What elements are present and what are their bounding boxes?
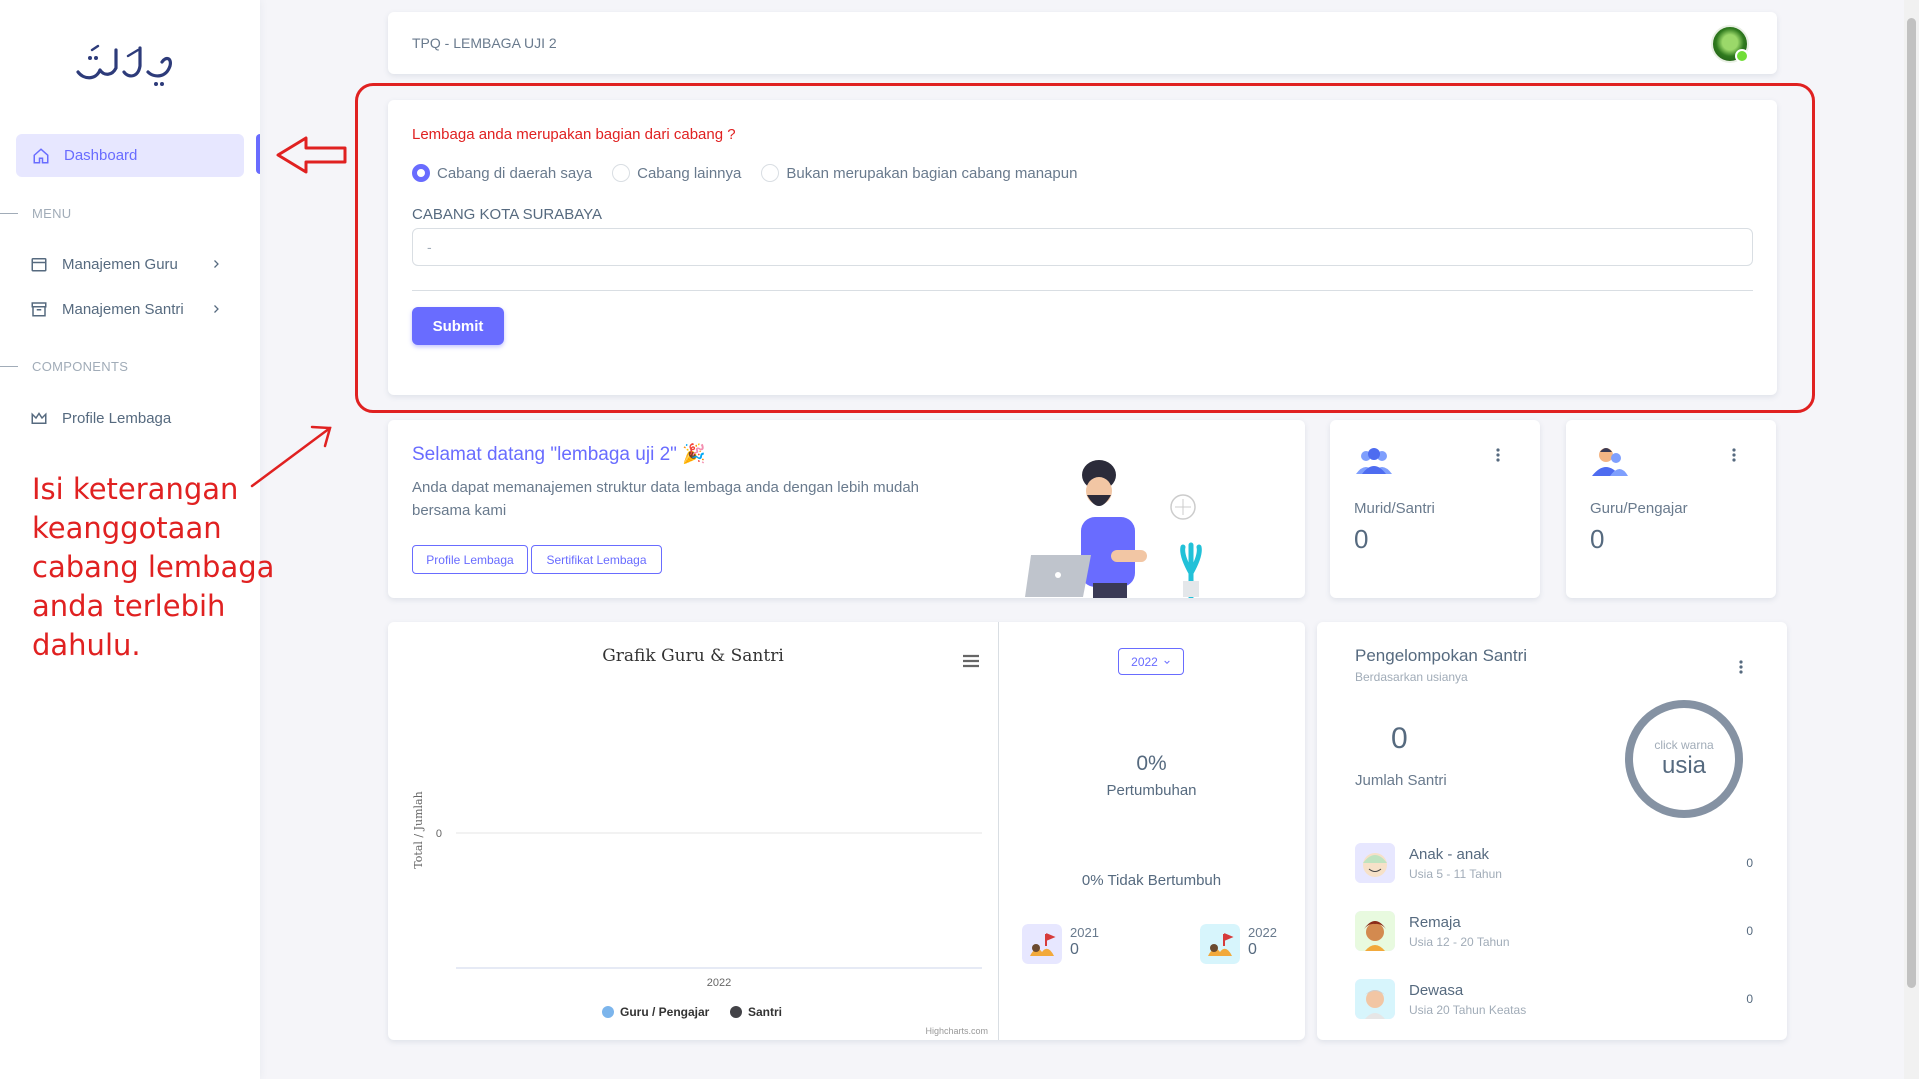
trophy-icon	[1022, 924, 1062, 964]
santri-grouping-card: Pengelompokan Santri Berdasarkan usianya…	[1317, 622, 1787, 1040]
more-vertical-icon[interactable]	[1739, 660, 1743, 674]
age-donut-chart[interactable]: click warna usia	[1625, 700, 1743, 818]
chart-credit: Highcharts.com	[925, 1026, 988, 1036]
stat-value: 0	[1354, 524, 1369, 554]
child-avatar-icon	[1355, 843, 1395, 883]
avatar[interactable]	[1711, 25, 1749, 63]
welcome-title: Selamat datang "lembaga uji 2" 🎉	[412, 444, 706, 465]
welcome-card: Selamat datang "lembaga uji 2" 🎉 Anda da…	[388, 420, 1305, 598]
more-vertical-icon[interactable]	[1496, 448, 1500, 462]
more-vertical-icon[interactable]	[1732, 448, 1736, 462]
group-row-anak: Anak - anak Usia 5 - 11 Tahun 0	[1355, 842, 1753, 884]
year-stat-2021: 2021 0	[1022, 924, 1099, 964]
users-group-icon	[1356, 448, 1392, 474]
annotation-highlight-frame	[355, 83, 1815, 413]
murid-santri-card: Murid/Santri 0	[1330, 420, 1540, 598]
no-growth-label: 0% Tidak Bertumbuh	[1081, 872, 1222, 889]
group-row-remaja: Remaja Usia 12 - 20 Tahun 0	[1355, 910, 1753, 952]
x-tick-label: 2022	[707, 977, 731, 989]
sertifikat-lembaga-button[interactable]: Sertifikat Lembaga	[531, 545, 662, 574]
chart-plot: 0 2022 Total / Jumlah Guru / Pengajar Santri…	[412, 791, 988, 1036]
stat-label: Murid/Santri	[1354, 500, 1435, 517]
legend-label: Guru / Pengajar	[620, 1005, 710, 1019]
chevron-down-icon	[1164, 660, 1170, 664]
year-stat-2022: 2022 0	[1200, 924, 1277, 964]
grouping-title: Pengelompokan Santri	[1355, 646, 1528, 665]
stat-label: Guru/Pengajar	[1590, 500, 1688, 517]
scrollbar-thumb[interactable]	[1907, 18, 1916, 988]
growth-percent: 0%	[1136, 752, 1167, 775]
chart-divider	[998, 622, 999, 1040]
welcome-text: Anda dapat memanajemen struktur data lem…	[412, 479, 920, 519]
total-santri-label: Jumlah Santri	[1355, 772, 1447, 789]
illustration-man-laptop	[1025, 460, 1202, 598]
grouping-subtitle: Berdasarkan usianya	[1355, 670, 1468, 684]
diagonal-arrow-icon	[250, 425, 332, 488]
trophy-icon	[1200, 924, 1240, 964]
legend-marker	[730, 1006, 742, 1018]
total-santri-value: 0	[1391, 722, 1408, 755]
top-navbar: TPQ - LEMBAGA UJI 2	[388, 12, 1777, 74]
chart-card: Grafik Guru & Santri 0 2022 Total / Jumlah…	[388, 622, 1305, 1040]
stat-value: 0	[1590, 524, 1605, 554]
legend-marker	[602, 1006, 614, 1018]
growth-label: Pertumbuhan	[1106, 782, 1197, 799]
legend-label: Santri	[748, 1005, 782, 1019]
page-scrollbar[interactable]	[1904, 0, 1919, 1079]
y-axis-label: Total / Jumlah	[412, 791, 425, 868]
y-tick-label: 0	[436, 828, 442, 840]
profile-lembaga-button[interactable]: Profile Lembaga	[412, 545, 528, 574]
left-arrow-icon	[276, 136, 347, 174]
group-row-dewasa: Dewasa Usia 20 Tahun Keatas 0	[1355, 978, 1753, 1020]
teen-avatar-icon	[1355, 911, 1395, 951]
guru-pengajar-card: Guru/Pengajar 0	[1566, 420, 1776, 598]
adult-avatar-icon	[1355, 979, 1395, 1019]
teacher-icon	[1592, 448, 1628, 476]
page-title: TPQ - LEMBAGA UJI 2	[412, 35, 557, 51]
year-dropdown[interactable]: 2022	[1118, 648, 1184, 675]
